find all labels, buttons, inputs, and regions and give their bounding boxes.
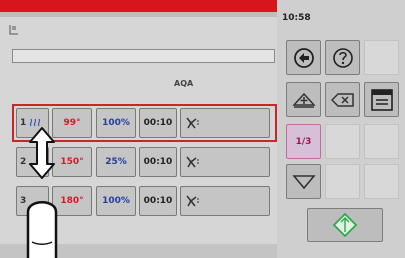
question-circle-icon xyxy=(332,47,353,68)
empty-slot xyxy=(325,124,360,159)
humidity-cell[interactable]: 25% xyxy=(96,147,136,177)
back-button[interactable] xyxy=(286,40,321,75)
status-bar-red xyxy=(0,0,277,12)
empty-slot xyxy=(325,164,360,199)
humidity-cell[interactable]: 100% xyxy=(96,108,136,138)
time-cell[interactable]: 00:10 xyxy=(139,147,177,177)
humidity-cell[interactable]: 100% xyxy=(96,186,136,216)
title-bar xyxy=(0,12,277,17)
recipe-name-label: AQA xyxy=(174,79,194,88)
swipe-gesture-hand-icon xyxy=(26,127,58,258)
empty-slot xyxy=(364,164,399,199)
fan-icon xyxy=(186,156,199,168)
save-window-icon xyxy=(370,88,393,111)
time-cell[interactable]: 00:10 xyxy=(139,108,177,138)
page-indicator: 1/3 xyxy=(286,124,321,159)
time-cell[interactable]: 00:10 xyxy=(139,186,177,216)
time-value: 00:10 xyxy=(143,196,173,206)
humidity-value: 100% xyxy=(102,118,130,128)
scroll-down-icon xyxy=(291,174,316,189)
time-value: 00:10 xyxy=(143,157,173,167)
back-arrow-circle-icon xyxy=(293,47,314,68)
fan-cell[interactable] xyxy=(180,186,270,216)
humidity-value: 100% xyxy=(102,196,130,206)
fan-icon xyxy=(186,117,199,129)
delete-button[interactable] xyxy=(325,82,360,117)
humidity-value: 25% xyxy=(105,157,127,167)
clock: 10:58 xyxy=(282,13,311,23)
scroll-down-button[interactable] xyxy=(286,164,321,199)
fan-cell[interactable] xyxy=(180,147,270,177)
start-button[interactable] xyxy=(307,208,383,242)
add-step-button[interactable] xyxy=(286,82,321,117)
recipe-name-field[interactable] xyxy=(12,49,275,63)
fan-cell[interactable] xyxy=(180,108,270,138)
time-value: 00:10 xyxy=(143,118,173,128)
page-indicator-label: 1/3 xyxy=(295,136,312,147)
recipe-book-icon[interactable] xyxy=(8,24,20,36)
empty-slot xyxy=(364,40,399,75)
start-diamond-icon xyxy=(332,212,358,238)
backspace-icon xyxy=(330,92,354,107)
add-step-triangle-icon xyxy=(291,92,316,108)
empty-slot xyxy=(364,124,399,159)
save-button[interactable] xyxy=(364,82,399,117)
fan-icon xyxy=(186,195,199,207)
help-button[interactable] xyxy=(325,40,360,75)
